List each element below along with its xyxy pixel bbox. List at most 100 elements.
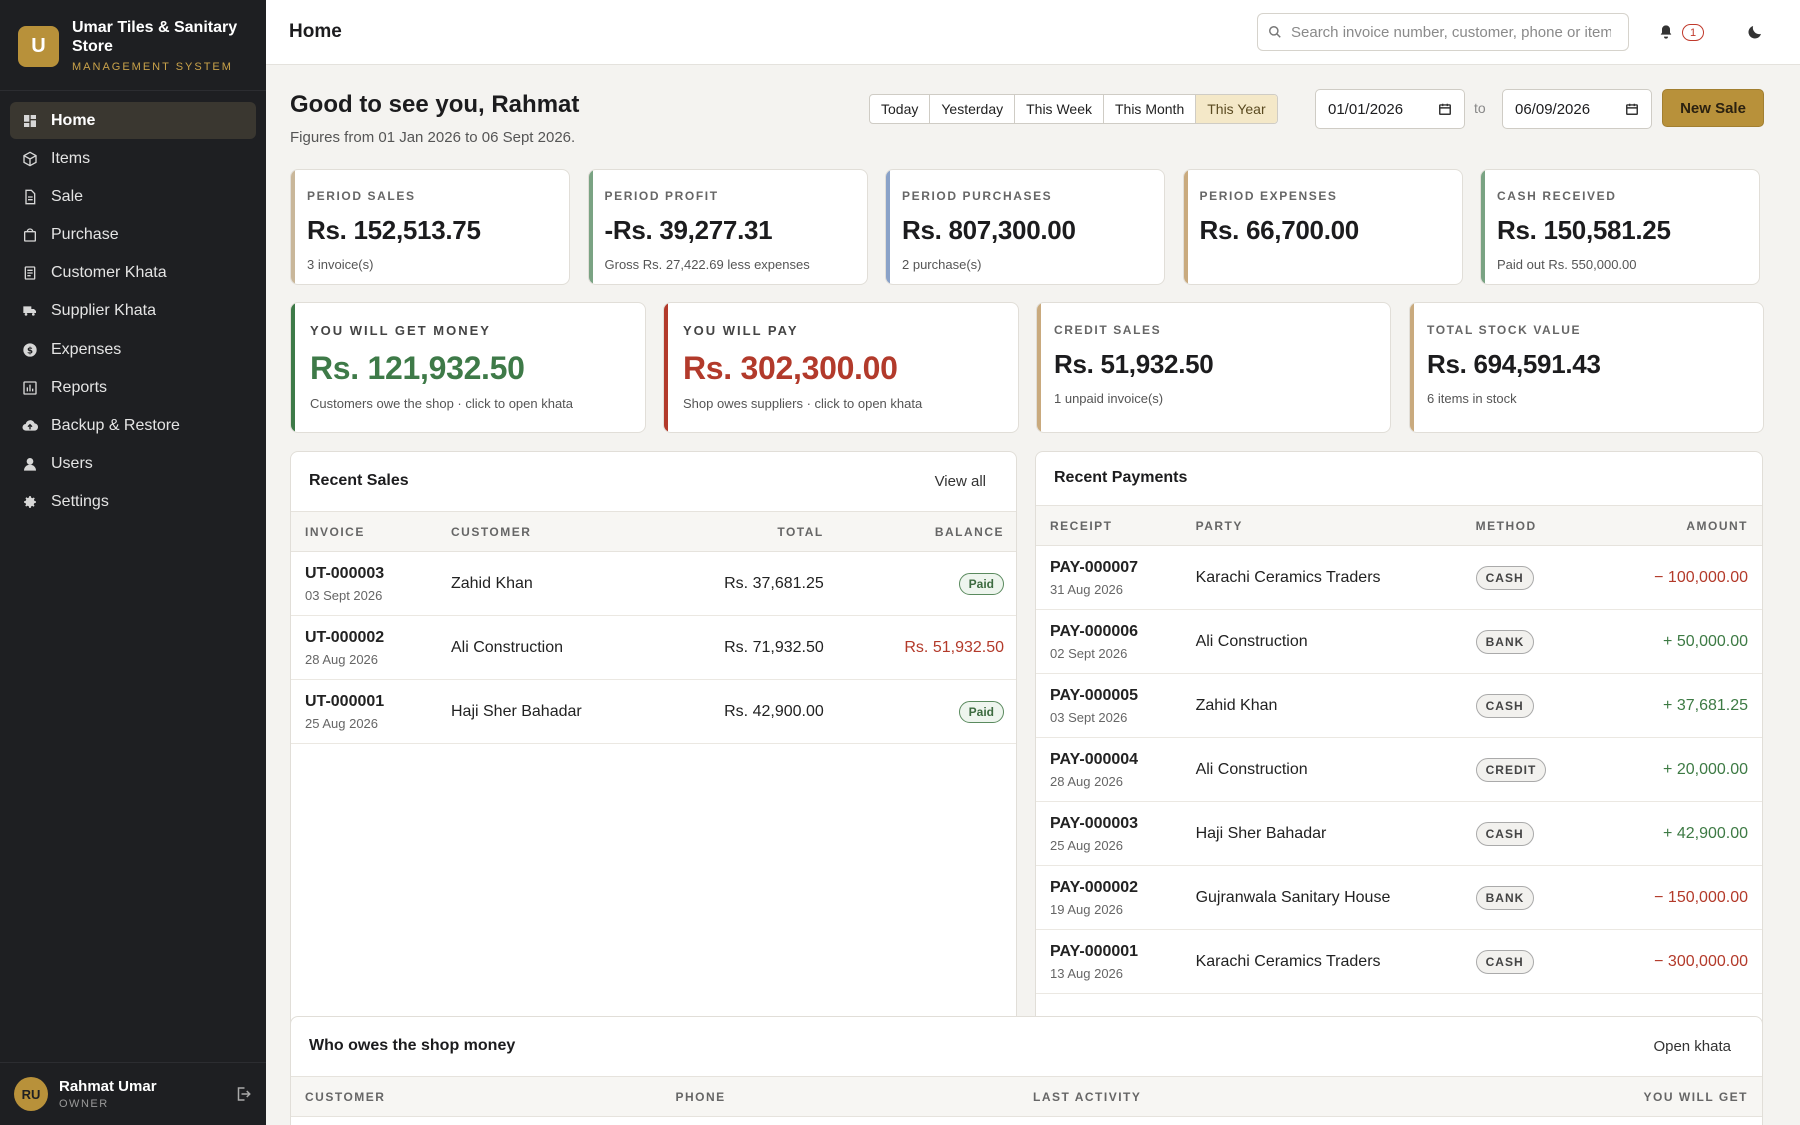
card-accent: [1481, 170, 1485, 284]
sidebar-item-purchase[interactable]: Purchase: [10, 217, 256, 254]
date-from-input[interactable]: 01/01/2026: [1315, 89, 1465, 129]
stat-sub: Gross Rs. 27,422.69 less expenses: [604, 257, 810, 272]
balance-card-you-will-pay[interactable]: YOU WILL PAY Rs. 302,300.00 Shop owes supp…: [663, 302, 1019, 433]
range-yesterday-button[interactable]: Yesterday: [930, 95, 1016, 123]
range-this-week-button[interactable]: This Week: [1015, 95, 1104, 123]
card-accent: [1410, 303, 1414, 432]
ledger-icon: [22, 265, 38, 281]
stat-card-period-purchases[interactable]: PERIOD PURCHASES Rs. 807,300.00 2 purchase…: [885, 169, 1165, 285]
table-row[interactable]: PAY-000001 13 Aug 2026 Karachi Ceramics Tr…: [1036, 929, 1762, 994]
range-today-button[interactable]: Today: [870, 95, 931, 123]
logout-icon[interactable]: [234, 1085, 252, 1103]
avatar[interactable]: RU: [14, 1077, 48, 1111]
receipt-number[interactable]: PAY-000004: [1050, 751, 1196, 769]
sidebar-item-reports[interactable]: Reports: [10, 369, 256, 406]
stat-label: PERIOD EXPENSES: [1199, 189, 1338, 203]
search-icon: [1269, 26, 1281, 38]
box-icon: [22, 151, 38, 167]
balance-value: Rs. 302,300.00: [683, 350, 898, 386]
table-row[interactable]: PAY-000003 25 Aug 2026 Haji Sher Bahadar CA…: [1036, 801, 1762, 866]
receipt-number[interactable]: PAY-000001: [1050, 943, 1196, 961]
card-accent: [886, 170, 890, 284]
invoice-number[interactable]: UT-000001: [305, 693, 451, 711]
table-row[interactable]: UT-000002 28 Aug 2026 Ali Construction Rs. …: [291, 615, 1016, 680]
receipt-number[interactable]: PAY-000005: [1050, 687, 1196, 705]
sidebar-item-customer-khata[interactable]: Customer Khata: [10, 255, 256, 292]
topbar: Home 1: [266, 0, 1800, 65]
stat-label: PERIOD SALES: [307, 189, 416, 203]
table-row[interactable]: UT-000001 25 Aug 2026 Haji Sher Bahadar Rs.…: [291, 679, 1016, 744]
bell-icon[interactable]: [1658, 24, 1674, 40]
stat-card-period-sales[interactable]: PERIOD SALES Rs. 152,513.75 3 invoice(s): [290, 169, 570, 285]
payment-method-badge: CREDIT: [1475, 757, 1547, 782]
card-accent: [291, 170, 295, 284]
search-box[interactable]: [1257, 13, 1629, 51]
stat-card-total-stock-value[interactable]: TOTAL STOCK VALUE Rs. 694,591.43 6 items i…: [1409, 302, 1764, 433]
receipt-number[interactable]: PAY-000007: [1050, 559, 1196, 577]
table-row[interactable]: PAY-000005 03 Sept 2026 Zahid Khan CASH + 37…: [1036, 673, 1762, 738]
moon-icon[interactable]: [1746, 23, 1764, 41]
gear-icon: [22, 494, 38, 510]
brand: U Umar Tiles & Sanitary Store MANAGEMENT…: [0, 0, 266, 91]
date-to-input[interactable]: 06/09/2026: [1502, 89, 1652, 129]
owes-panel: Who owes the shop money Open khata CUSTO…: [290, 1016, 1763, 1125]
balance-label: YOU WILL PAY: [683, 323, 799, 338]
invoice-number[interactable]: UT-000003: [305, 565, 451, 583]
balance-label: YOU WILL GET MONEY: [310, 323, 491, 338]
stat-value: Rs. 150,581.25: [1497, 215, 1671, 245]
stat-sub: Paid out Rs. 550,000.00: [1497, 257, 1637, 272]
open-khata-link[interactable]: Open khata: [1653, 1038, 1731, 1055]
table-row[interactable]: PAY-000007 31 Aug 2026 Karachi Ceramics Tr…: [1036, 545, 1762, 610]
table-row[interactable]: PAY-000006 02 Sept 2026 Ali Construction BA…: [1036, 609, 1762, 674]
receipt-number[interactable]: PAY-000006: [1050, 623, 1196, 641]
sidebar-item-label: Users: [51, 455, 93, 473]
recent-sales-panel: Recent Sales View all INVOICE CUSTOMER TOT…: [290, 451, 1017, 1063]
main-content: Good to see you, Rahmat Figures from 01 …: [266, 65, 1781, 1125]
sidebar-item-sale[interactable]: Sale: [10, 178, 256, 215]
payment-method-badge: CASH: [1475, 565, 1534, 590]
view-all-link[interactable]: View all: [935, 473, 986, 490]
search-input[interactable]: [1291, 23, 1611, 41]
party-name: Ali Construction: [1195, 737, 1476, 802]
table-row[interactable]: UT-000003 03 Sept 2026 Zahid Khan Rs. 37,68…: [291, 551, 1016, 616]
sidebar-item-users[interactable]: Users: [10, 446, 256, 483]
invoice-number[interactable]: UT-000002: [305, 629, 451, 647]
table-row[interactable]: PAY-000002 19 Aug 2026 Gujranwala Sanitary…: [1036, 865, 1762, 930]
sidebar-item-expenses[interactable]: $ Expenses: [10, 331, 256, 368]
payment-amount: + 37,681.25: [1625, 673, 1762, 738]
range-this-month-button[interactable]: This Month: [1104, 95, 1197, 123]
stat-card-period-expenses[interactable]: PERIOD EXPENSES Rs. 66,700.00: [1182, 169, 1463, 285]
payment-method-badge: BANK: [1475, 629, 1535, 654]
to-label: to: [1474, 100, 1486, 116]
balance-sub: Shop owes suppliers · click to open khat…: [683, 396, 923, 411]
document-icon: [22, 189, 38, 205]
sidebar-item-home[interactable]: Home: [10, 102, 256, 139]
bag-icon: [22, 227, 38, 243]
receipt-number[interactable]: PAY-000003: [1050, 815, 1196, 833]
stat-card-credit-sales[interactable]: CREDIT SALES Rs. 51,932.50 1 unpaid invoic…: [1036, 302, 1391, 433]
payment-amount: + 42,900.00: [1625, 801, 1762, 866]
invoice-date: 03 Sept 2026: [305, 587, 383, 603]
stat-card-cash-received[interactable]: CASH RECEIVED Rs. 150,581.25 Paid out Rs. …: [1480, 169, 1760, 285]
sidebar-item-backup-restore[interactable]: Backup & Restore: [10, 408, 256, 445]
receipt-date: 02 Sept 2026: [1050, 645, 1128, 661]
stat-label: CASH RECEIVED: [1497, 189, 1617, 203]
receipt-number[interactable]: PAY-000002: [1050, 879, 1196, 897]
sidebar-item-items[interactable]: Items: [10, 140, 256, 177]
date-from-value: 01/01/2026: [1328, 100, 1404, 118]
date-to-value: 06/09/2026: [1515, 100, 1591, 118]
greeting: Good to see you, Rahmat: [290, 91, 580, 118]
sidebar-item-label: Settings: [51, 493, 109, 511]
table-row[interactable]: PAY-000004 28 Aug 2026 Ali Construction CRE…: [1036, 737, 1762, 802]
new-sale-button[interactable]: New Sale: [1662, 89, 1764, 127]
balance-card-you-will-get-money[interactable]: YOU WILL GET MONEY Rs. 121,932.50 Customer…: [290, 302, 646, 433]
recent-sales-title: Recent Sales: [309, 472, 409, 489]
sidebar-item-supplier-khata[interactable]: Supplier Khata: [10, 293, 256, 330]
sidebar-item-settings[interactable]: Settings: [10, 484, 256, 521]
notification-badge[interactable]: 1: [1682, 24, 1704, 41]
column-header: BALANCE: [835, 511, 1016, 552]
stat-card-period-profit[interactable]: PERIOD PROFIT -Rs. 39,277.31 Gross Rs. 27,…: [587, 169, 868, 285]
range-this-year-button[interactable]: This Year: [1196, 95, 1277, 123]
user-icon: [22, 456, 38, 472]
party-name: Karachi Ceramics Traders: [1195, 929, 1476, 994]
